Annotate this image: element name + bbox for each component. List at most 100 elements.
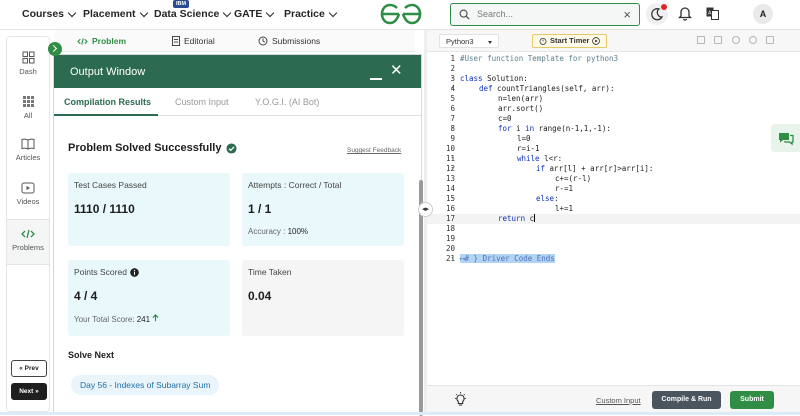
points-card: Points Scored 4 / 4 Your Total Score: 24… [68,260,230,336]
chevron-down-icon [223,8,232,17]
submit-button[interactable]: Submit [730,391,774,409]
resize-handle-icon[interactable]: ◂▸ [418,202,433,217]
fold-icon[interactable]: ▾ [451,86,454,91]
check-circle-icon [226,142,237,154]
sidebar-item-all[interactable]: All [7,95,49,120]
active-tab-indicator [54,113,158,116]
nav-practice[interactable]: Practice [284,8,338,20]
output-window-title: Output Window [70,66,146,78]
code-line: r=i-1 [517,144,540,153]
chevron-down-icon [139,8,148,17]
chat-button[interactable] [771,124,800,152]
tab-editorial[interactable]: Editorial [172,36,215,46]
active-line-highlight [427,214,800,224]
code-line: class Solution: [460,74,528,83]
line-number: 7 [450,114,455,123]
document-icon [172,36,180,46]
line-number: 19 [445,234,455,243]
code-line: def countTriangles(self, arr): [479,84,615,93]
sidebar-item-dash[interactable]: Dash [7,51,49,76]
chevron-down-icon [266,8,275,17]
lightbulb-icon[interactable] [454,392,467,408]
nav-gate[interactable]: GATE [234,8,275,20]
total-score: Your Total Score: 241 [74,314,159,324]
line-number: 5 [450,94,455,103]
line-number: 6 [450,104,455,113]
search-icon [459,9,470,20]
solve-next-heading: Solve Next [68,350,115,360]
code-line: else: [536,194,559,203]
code-line: ⟷# } Driver Code Ends [460,254,555,263]
close-icon[interactable]: ✕ [390,63,403,78]
prev-button[interactable]: « Prev [11,360,47,377]
start-timer-button[interactable]: Start Timer [532,34,608,48]
tab-compilation-results[interactable]: Compilation Results [64,97,151,107]
code-line: l+=1 [555,204,574,213]
editor-action-bar: Custom Input Compile & Run Submit [427,385,800,415]
minimize-icon[interactable] [370,78,382,80]
avatar[interactable]: A [753,4,773,24]
gfg-logo-icon[interactable] [380,3,422,25]
sidebar-item-videos[interactable]: Videos [7,182,49,206]
caret-down-icon [488,41,492,44]
line-number: 18 [445,224,455,233]
next-problem-link[interactable]: Day 56 - Indexes of Subarray Sum [71,375,220,395]
next-button[interactable]: Next » [11,383,47,400]
left-sidebar: Dash All Articles Videos Problems « Prev… [6,36,50,412]
output-body: Problem Solved Successfully Suggest Feed… [54,117,413,416]
code-line: r-=1 [555,184,574,193]
chevron-down-icon [328,8,338,17]
gear-icon[interactable] [732,36,740,44]
code-line: if arr[l] + arr[r]>arr[i]: [536,164,654,173]
nav-courses[interactable]: Courses [22,8,77,20]
fold-icon[interactable]: ▾ [451,156,454,161]
fold-icon[interactable]: ▾ [451,76,454,81]
line-number: 9 [450,134,455,143]
text-cursor [534,214,536,222]
code-icon [21,229,35,239]
dark-mode-toggle[interactable] [646,3,668,25]
sidebar-item-articles[interactable]: Articles [7,138,49,162]
fold-icon[interactable]: ▾ [451,166,454,171]
code-line: for i in range(n-1,1,-1): [498,124,611,133]
sidebar-item-problems[interactable]: Problems [7,219,49,265]
code-editor[interactable]: 1 #User function Template for python3 2 3 ▾ c… [427,52,800,385]
line-number: 16 [445,204,455,213]
fold-icon[interactable]: ▾ [451,256,454,261]
code-line: arr.sort() [498,104,544,113]
suggest-feedback-link[interactable]: Suggest Feedback [347,147,401,154]
search-input[interactable]: Search... [477,9,513,19]
tab-submissions[interactable]: Submissions [258,36,320,46]
document-icon[interactable] [714,36,722,44]
code-line: return c [498,214,536,223]
expand-panel-button[interactable] [48,42,62,56]
search-box[interactable]: Search... × [450,3,640,26]
chat-icon [779,133,794,146]
ibm-badge: IBM [173,0,190,8]
close-icon[interactable]: × [623,7,631,22]
notification-dot [661,4,667,10]
translate-icon[interactable]: A [706,7,719,20]
fold-icon[interactable]: ▾ [451,196,454,201]
tab-yogi-ai-bot[interactable]: Y.O.G.I. (AI Bot) [255,97,319,107]
tab-problem[interactable]: Problem [77,36,126,46]
info-icon[interactable] [130,267,139,277]
nav-data-science[interactable]: Data Science [154,8,232,20]
bell-icon[interactable] [678,5,692,21]
code-line: while l<r: [517,154,563,163]
fullscreen-icon[interactable] [766,36,774,44]
editor-toolbar: Python3 Start Timer [427,30,800,52]
accuracy: Accuracy : 100% [248,227,309,236]
copy-icon[interactable] [697,36,705,44]
line-number: 13 [445,174,455,183]
fold-icon[interactable]: ▾ [451,126,454,131]
output-tabs: Compilation Results Custom Input Y.O.G.I… [54,88,421,116]
refresh-icon[interactable] [749,36,757,44]
custom-input-link[interactable]: Custom Input [596,396,641,405]
compile-run-button[interactable]: Compile & Run [652,391,721,409]
nav-placement[interactable]: Placement [83,8,148,20]
stopwatch-icon [539,37,547,45]
code-icon [77,37,88,45]
tab-custom-input[interactable]: Custom Input [175,97,229,107]
language-select[interactable]: Python3 [439,34,499,48]
